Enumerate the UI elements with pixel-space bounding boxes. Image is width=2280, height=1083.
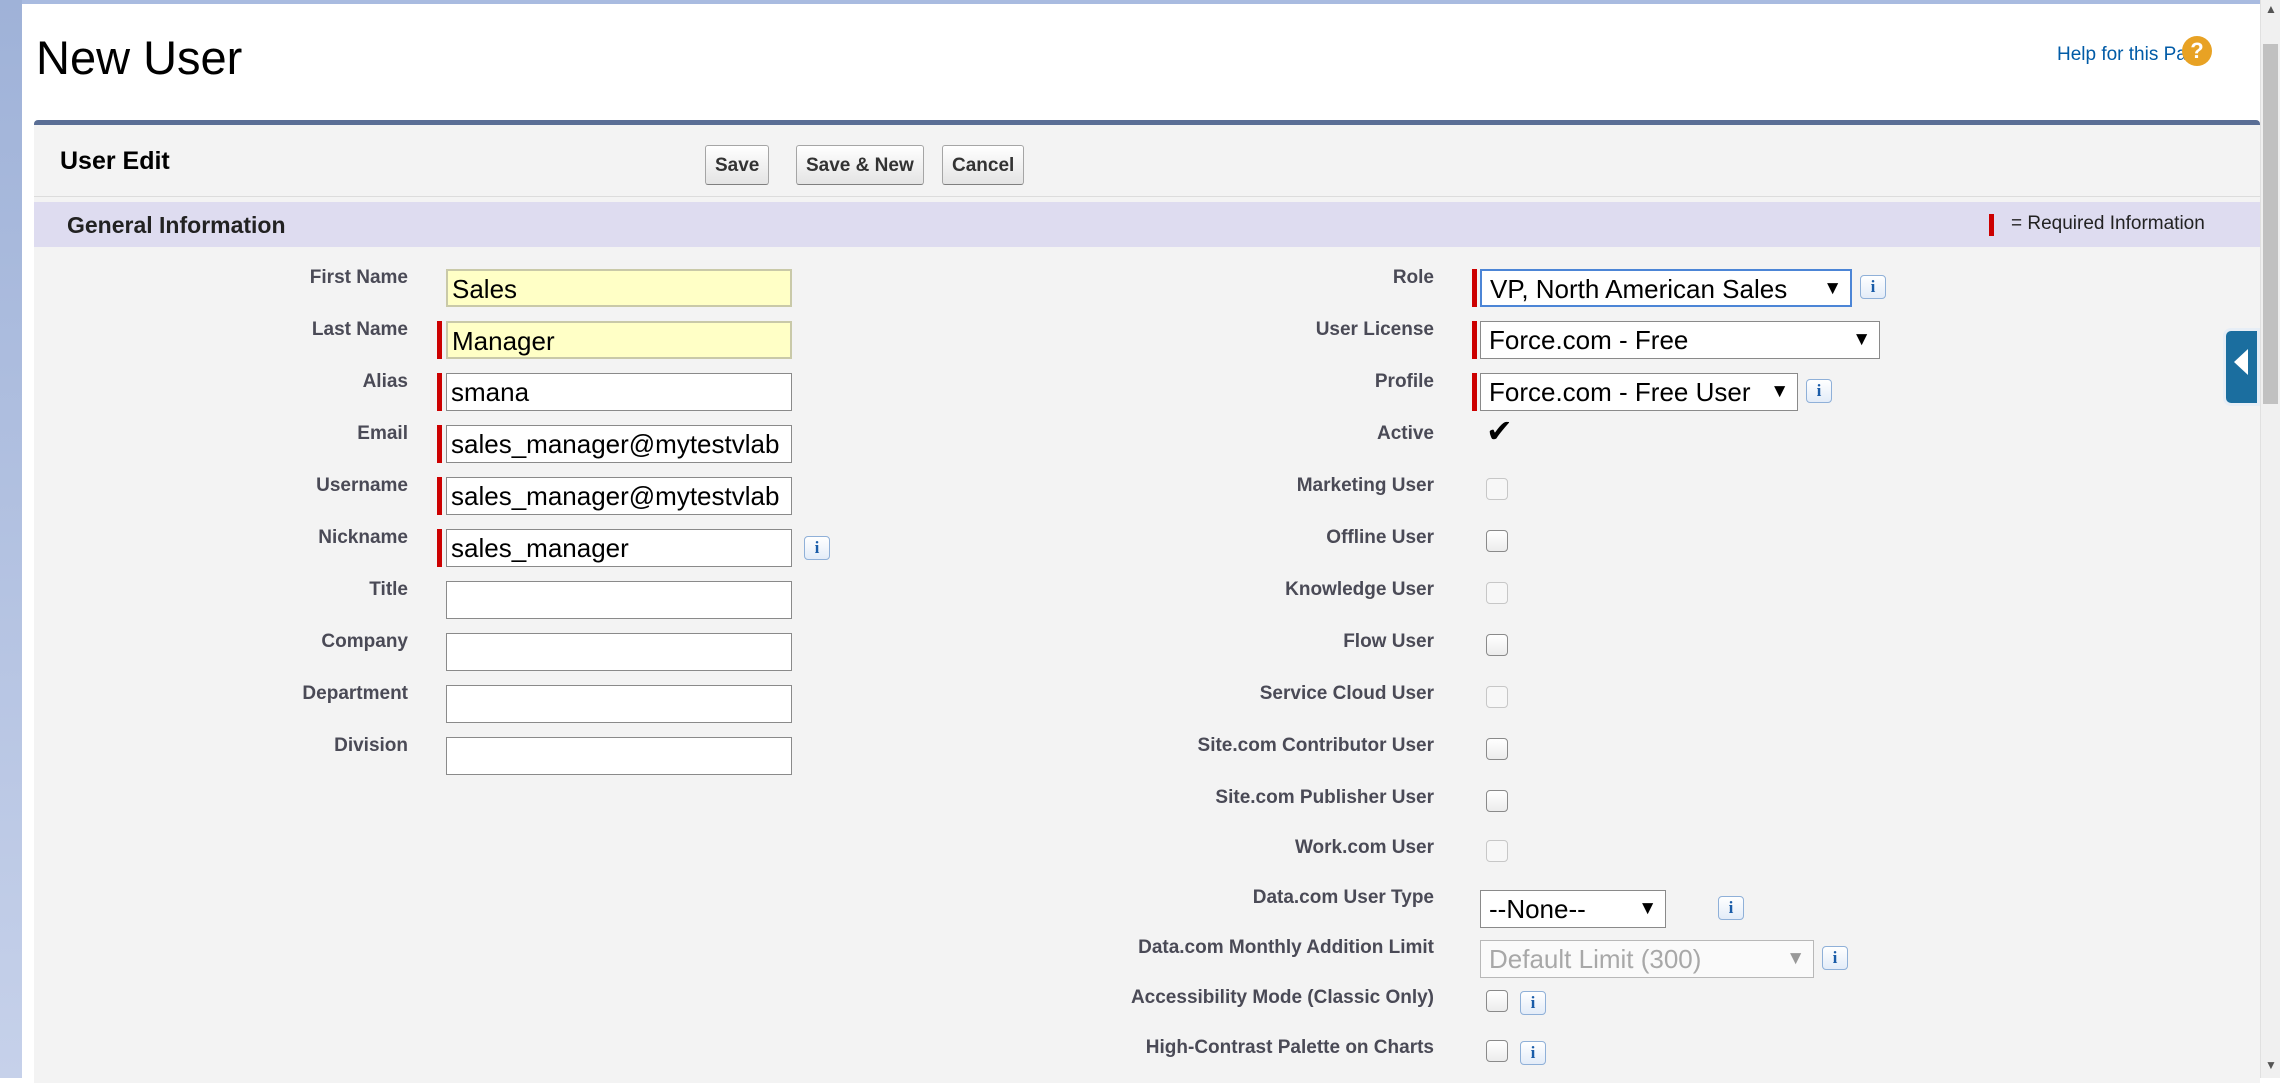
chevron-down-icon: ▼ [1852, 329, 1871, 350]
knowledge-user-checkbox[interactable] [1486, 582, 1508, 604]
role-info-icon[interactable]: i [1860, 275, 1886, 299]
profile-info-icon[interactable]: i [1806, 379, 1832, 403]
high-contrast-checkbox[interactable] [1486, 1040, 1508, 1062]
site-contributor-user-checkbox[interactable] [1486, 738, 1508, 760]
required-marker [1472, 321, 1477, 359]
profile-label: Profile [1374, 371, 1434, 392]
question-circle-icon[interactable]: ? [2182, 36, 2212, 66]
datacom-limit-select[interactable]: Default Limit (300) ▼ [1480, 940, 1814, 978]
edit-title: User Edit [60, 147, 170, 175]
active-label: Active [1376, 423, 1434, 444]
accessibility-mode-label: Accessibility Mode (Classic Only) [1130, 987, 1434, 1008]
active-checkbox[interactable]: ✔ [1486, 415, 1513, 447]
save-button[interactable]: Save [705, 145, 770, 185]
cancel-button[interactable]: Cancel [942, 145, 1025, 185]
work-user-checkbox[interactable] [1486, 840, 1508, 862]
site-contributor-user-label: Site.com Contributor User [1197, 735, 1434, 756]
profile-select[interactable]: Force.com - Free User ▼ [1480, 373, 1798, 411]
flow-user-label: Flow User [1343, 631, 1434, 652]
accessibility-mode-checkbox[interactable] [1486, 990, 1508, 1012]
accessibility-mode-info-icon[interactable]: i [1520, 991, 1546, 1015]
required-marker [1472, 373, 1477, 411]
scroll-down-icon[interactable]: ▼ [2265, 1058, 2277, 1072]
datacom-user-type-info-icon[interactable]: i [1718, 896, 1744, 920]
required-legend: = Required Information [2011, 213, 2205, 234]
datacom-limit-label: Data.com Monthly Addition Limit [1138, 937, 1434, 958]
page-title: New User [36, 31, 243, 84]
site-publisher-user-label: Site.com Publisher User [1215, 787, 1434, 808]
datacom-user-type-select[interactable]: --None-- ▼ [1480, 890, 1666, 928]
section-header: General Information = Required Informati… [34, 202, 2260, 247]
service-cloud-user-checkbox[interactable] [1486, 686, 1508, 708]
user-license-value: Force.com - Free [1489, 325, 1689, 355]
service-cloud-user-label: Service Cloud User [1259, 683, 1434, 704]
section-title: General Information [67, 212, 286, 238]
chevron-down-icon: ▼ [1638, 898, 1657, 919]
profile-value: Force.com - Free User [1489, 377, 1751, 407]
offline-user-checkbox[interactable] [1486, 530, 1508, 552]
work-user-label: Work.com User [1294, 837, 1434, 858]
knowledge-user-label: Knowledge User [1285, 579, 1434, 600]
edit-header: User Edit Save Save & New Cancel [34, 125, 2260, 197]
scroll-up-icon[interactable]: ▲ [2265, 2, 2277, 16]
marketing-user-checkbox[interactable] [1486, 478, 1508, 500]
user-license-label: User License [1315, 319, 1434, 340]
marketing-user-label: Marketing User [1296, 475, 1434, 496]
datacom-limit-value: Default Limit (300) [1489, 944, 1702, 974]
vertical-scrollbar[interactable]: ▲ ▼ [2260, 0, 2280, 1078]
save-and-new-button[interactable]: Save & New [796, 145, 924, 185]
user-edit-panel: User Edit Save Save & New Cancel General… [34, 120, 2260, 1083]
page-top-edge [0, 0, 2260, 4]
chevron-down-icon: ▼ [1786, 948, 1805, 969]
side-panel-toggle[interactable] [2223, 328, 2260, 406]
offline-user-label: Offline User [1326, 527, 1434, 548]
high-contrast-label: High-Contrast Palette on Charts [1145, 1037, 1434, 1058]
page-left-edge [0, 0, 22, 1078]
user-license-select[interactable]: Force.com - Free ▼ [1480, 321, 1880, 359]
site-publisher-user-checkbox[interactable] [1486, 790, 1508, 812]
chevron-down-icon: ▼ [1770, 381, 1789, 402]
datacom-limit-info-icon[interactable]: i [1822, 946, 1848, 970]
chevron-down-icon: ▼ [1823, 278, 1842, 299]
scroll-thumb[interactable] [2263, 44, 2278, 404]
datacom-user-type-label: Data.com User Type [1252, 887, 1434, 908]
required-indicator [1989, 214, 1994, 236]
datacom-user-type-value: --None-- [1489, 894, 1586, 924]
required-marker [1472, 269, 1477, 307]
flow-user-checkbox[interactable] [1486, 634, 1508, 656]
role-value: VP, North American Sales [1490, 274, 1788, 304]
high-contrast-info-icon[interactable]: i [1520, 1041, 1546, 1065]
role-select[interactable]: VP, North American Sales ▼ [1480, 269, 1852, 307]
chevron-left-icon [2234, 349, 2248, 375]
role-label: Role [1392, 267, 1434, 288]
